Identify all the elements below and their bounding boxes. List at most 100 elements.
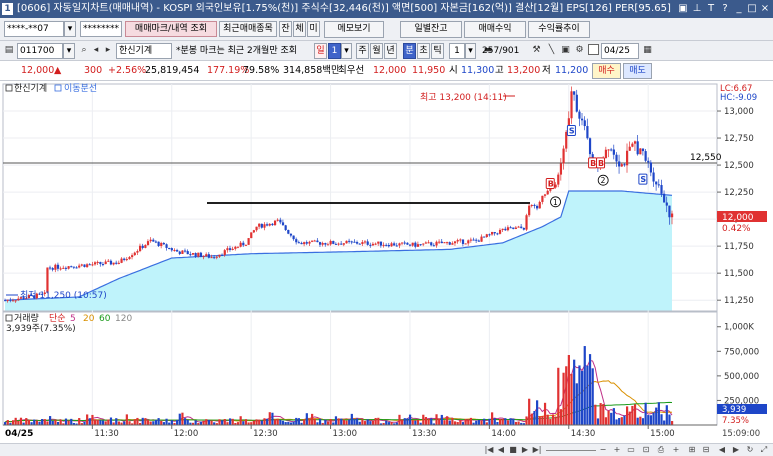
period-day-button[interactable]: 일 — [314, 43, 327, 59]
interval-field[interactable]: 1 — [449, 43, 465, 59]
candle-body — [101, 264, 105, 266]
settings-gear-icon[interactable]: ⚙ — [573, 43, 586, 57]
recent-trades-button[interactable]: 최근매매종목 — [219, 21, 277, 37]
period-value-field[interactable]: 1 — [328, 43, 341, 59]
candle-body — [213, 257, 216, 259]
memo-button[interactable]: 메모보기 — [324, 21, 384, 38]
scroll-prev-icon[interactable]: ◀ — [496, 444, 506, 456]
fit-icon[interactable]: ▭ — [625, 444, 637, 456]
chart-tool-icon[interactable]: ⚒ — [530, 43, 543, 57]
unit-second-button[interactable]: 초 — [417, 43, 430, 59]
grid-toggle-icon[interactable]: ⊞ — [686, 444, 698, 456]
volume-bar — [318, 418, 322, 425]
period-year-button[interactable]: 년 — [384, 43, 397, 59]
scroll-stop-icon[interactable]: ■ — [508, 444, 518, 456]
scroll-right-icon[interactable]: ▶ — [730, 444, 742, 456]
buy-button[interactable]: 매수 — [592, 63, 621, 79]
tab-unfilled[interactable]: 미 — [307, 21, 320, 37]
save-icon[interactable]: ▣ — [559, 43, 572, 57]
expand-icon[interactable]: ⤢ — [758, 444, 770, 456]
print-icon[interactable]: ⎙ — [655, 444, 667, 456]
scroll-first-icon[interactable]: |◀ — [484, 444, 494, 456]
draw-line-icon[interactable]: ╲ — [545, 43, 558, 57]
volume-bar — [660, 414, 663, 425]
trade-mark-query-button[interactable]: 매매마크/내역 조회 — [125, 21, 217, 37]
volume-bar — [620, 417, 623, 425]
maximize-icon[interactable]: □ — [746, 2, 758, 16]
candle-body — [639, 148, 642, 155]
calendar-icon[interactable]: ▦ — [641, 43, 654, 57]
volume-bar — [504, 418, 507, 425]
period-month-button[interactable]: 월 — [370, 43, 383, 59]
date-checkbox[interactable] — [588, 44, 599, 55]
time-axis-right-label: 15:09:00 — [722, 429, 760, 439]
stock-code-dropdown-icon[interactable]: ▾ — [63, 43, 75, 59]
candle-body — [186, 251, 189, 255]
volume-bar — [385, 420, 388, 425]
scroll-last-icon[interactable]: ▶| — [532, 444, 542, 456]
next-stock-icon[interactable]: ▸ — [102, 43, 114, 57]
volume-bar — [533, 411, 536, 425]
scroll-left-icon[interactable]: ◀ — [716, 444, 728, 456]
volume-bar — [337, 418, 340, 425]
candle-body — [59, 268, 62, 270]
daily-balance-button[interactable]: 일별잔고 — [400, 21, 462, 38]
zoom-slider[interactable] — [546, 450, 596, 451]
scroll-next-icon[interactable]: ▶ — [520, 444, 530, 456]
zoom-out-icon[interactable]: − — [597, 444, 609, 456]
period-dropdown-icon[interactable]: ▾ — [341, 43, 352, 59]
volume-bar — [546, 414, 549, 425]
unit-tick-button[interactable]: 틱 — [431, 43, 444, 59]
tile-icon[interactable]: ▣ — [677, 2, 689, 16]
refresh-icon[interactable]: ↻ — [744, 444, 756, 456]
layout-icon[interactable]: ⊟ — [700, 444, 712, 456]
candle-body — [379, 241, 383, 246]
candle-body — [581, 118, 584, 121]
candle-body — [538, 201, 541, 209]
stock-chart[interactable]: BSB BS12 한신기계 이동분선 LC:6.67 HC:-9.09 최고 13… — [0, 81, 773, 444]
minimize-icon[interactable]: _ — [733, 2, 745, 16]
volume-bar — [308, 419, 311, 425]
account-select[interactable]: ****-**07 — [4, 21, 64, 37]
speaker-icon[interactable]: ◂ — [90, 43, 102, 57]
tab-balance[interactable]: 잔 — [279, 21, 292, 37]
sell-button[interactable]: 매도 — [623, 63, 652, 79]
export-icon[interactable]: ⊡ — [640, 444, 652, 456]
candle-body — [117, 262, 121, 264]
tab-execution[interactable]: 체 — [293, 21, 306, 37]
account-dropdown-icon[interactable]: ▾ — [64, 21, 76, 37]
volume-bar — [88, 418, 91, 425]
legend-volume: 거래량 — [14, 312, 39, 324]
interval-dropdown-icon[interactable]: ▾ — [465, 43, 476, 59]
volume-bar — [506, 420, 510, 425]
profit-trend-button[interactable]: 수익률추이 — [528, 21, 590, 38]
zoom-in-icon[interactable]: + — [611, 444, 623, 456]
font-icon[interactable]: T — [705, 2, 717, 16]
volume-bar — [210, 420, 213, 425]
crosshair-icon[interactable]: + — [670, 444, 682, 456]
close-icon[interactable]: × — [759, 2, 771, 16]
volume-bar — [305, 413, 308, 425]
quote-high: 13,200 — [507, 65, 541, 76]
volume-bar — [149, 421, 152, 425]
candle-body — [671, 213, 674, 218]
trade-profit-button[interactable]: 매매수익 — [464, 21, 526, 38]
candle-body — [173, 250, 176, 252]
volume-bar — [141, 417, 144, 425]
candle-body — [93, 262, 97, 265]
volume-bar — [549, 419, 552, 425]
candle-body — [557, 174, 560, 185]
stock-code-field[interactable]: 011700 — [17, 43, 63, 59]
volume-bar — [602, 404, 605, 425]
help-icon[interactable]: ? — [719, 2, 731, 16]
period-week-button[interactable]: 주 — [356, 43, 369, 59]
date-field[interactable]: 04/25 — [601, 43, 639, 59]
candle-body — [112, 262, 115, 265]
password-field[interactable]: ******** — [80, 21, 122, 37]
unit-minute-button[interactable]: 분 — [403, 43, 416, 59]
volume-bar — [43, 419, 46, 425]
chart-menu-icon[interactable]: ▤ — [3, 43, 15, 57]
search-icon[interactable]: ⌕ — [78, 43, 90, 57]
pin-icon[interactable]: ⊥ — [691, 2, 703, 16]
volume-bar — [70, 418, 73, 425]
